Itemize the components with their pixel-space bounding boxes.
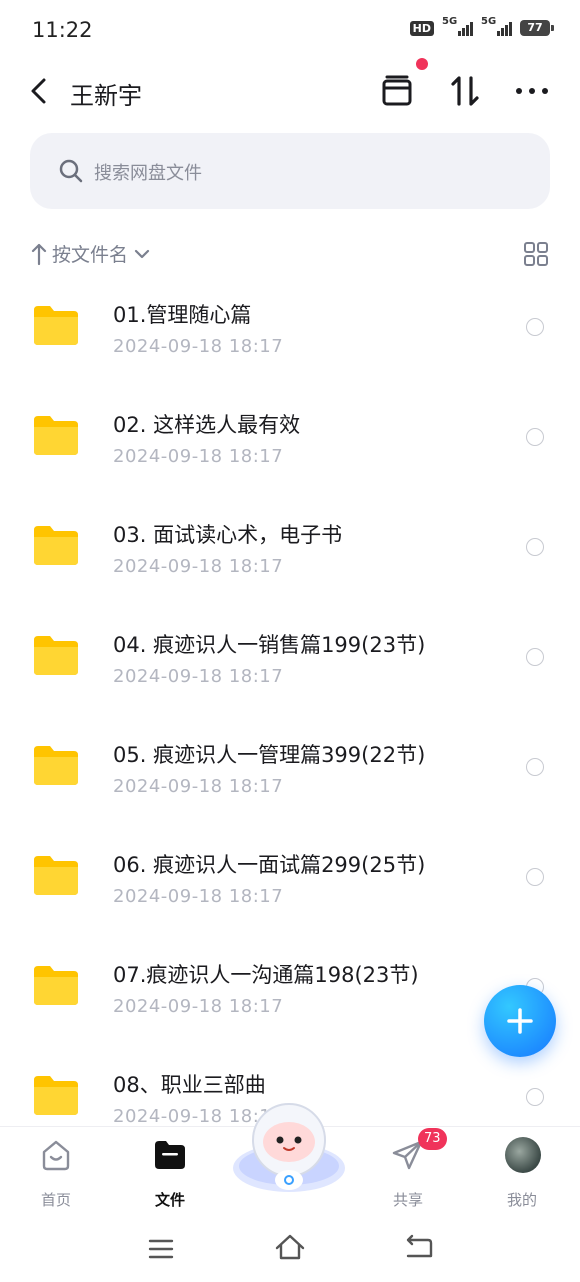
select-radio[interactable] xyxy=(526,538,544,556)
sort-bar: 按文件名 xyxy=(0,235,580,273)
select-radio[interactable] xyxy=(526,758,544,776)
folder-icon xyxy=(34,1076,78,1115)
file-date: 2024-09-18 18:17 xyxy=(113,776,284,797)
avatar xyxy=(505,1137,541,1173)
arrow-up-icon xyxy=(31,243,47,265)
folder-icon xyxy=(34,746,78,785)
tab-files[interactable]: 文件 xyxy=(130,1135,210,1215)
folder-icon xyxy=(34,966,78,1005)
signal-icon: 5G xyxy=(442,16,473,36)
file-name: 06. 痕迹识人一面试篇299(25节) xyxy=(113,853,426,877)
file-date: 2024-09-18 18:17 xyxy=(113,886,284,907)
file-name: 01.管理随心篇 xyxy=(113,303,252,327)
select-radio[interactable] xyxy=(526,318,544,336)
select-radio[interactable] xyxy=(526,1088,544,1106)
select-radio[interactable] xyxy=(526,648,544,666)
tab-home-label: 首页 xyxy=(40,1191,71,1209)
status-indicators: HD 5G 5G 77 xyxy=(409,16,554,36)
file-row[interactable]: 01.管理随心篇 2024-09-18 18:17 xyxy=(0,282,580,392)
file-row[interactable]: 03. 面试读心术，电子书 2024-09-18 18:17 xyxy=(0,502,580,612)
file-name: 04. 痕迹识人一销售篇199(23节) xyxy=(113,633,426,657)
folder-tab-icon xyxy=(155,1141,185,1169)
file-date: 2024-09-18 18:17 xyxy=(113,446,284,467)
file-row[interactable]: 02. 这样选人最有效 2024-09-18 18:17 xyxy=(0,392,580,502)
grid-view-icon[interactable] xyxy=(523,241,549,267)
folder-icon xyxy=(34,526,78,565)
network-label: 5G xyxy=(481,16,497,27)
file-row[interactable]: 05. 痕迹识人一管理篇399(22节) 2024-09-18 18:17 xyxy=(0,722,580,832)
back-nav-icon[interactable] xyxy=(404,1234,434,1262)
home-nav-icon[interactable] xyxy=(274,1232,306,1262)
more-options-icon[interactable] xyxy=(512,72,552,110)
system-navigation-bar xyxy=(0,1218,580,1282)
file-row[interactable]: 04. 痕迹识人一销售篇199(23节) 2024-09-18 18:17 xyxy=(0,612,580,722)
select-radio[interactable] xyxy=(526,428,544,446)
status-time: 11:22 xyxy=(32,18,93,42)
notification-dot xyxy=(416,58,428,70)
hd-icon: HD xyxy=(409,20,434,36)
file-date: 2024-09-18 18:17 xyxy=(113,666,284,687)
network-label: 5G xyxy=(442,16,458,27)
chevron-down-icon xyxy=(134,249,150,258)
transfer-box-icon[interactable] xyxy=(378,72,416,110)
file-row[interactable]: 06. 痕迹识人一面试篇299(25节) 2024-09-18 18:17 xyxy=(0,832,580,942)
file-name: 02. 这样选人最有效 xyxy=(113,413,301,437)
search-input[interactable]: 搜索网盘文件 xyxy=(30,133,550,209)
home-icon xyxy=(42,1140,70,1171)
folder-icon xyxy=(34,636,78,675)
signal-icon: 5G xyxy=(481,16,512,36)
status-bar: 11:22 HD 5G 5G 77 xyxy=(0,0,580,60)
battery-icon: 77 xyxy=(520,20,554,36)
sort-selector[interactable]: 按文件名 xyxy=(30,240,152,267)
file-date: 2024-09-18 18:17 xyxy=(113,336,284,357)
share-badge: 73 xyxy=(418,1128,447,1150)
tab-files-label: 文件 xyxy=(154,1191,185,1209)
app-header: 王新宇 xyxy=(0,60,580,122)
folder-icon xyxy=(34,416,78,455)
folder-icon xyxy=(34,306,78,345)
tab-share-label: 共享 xyxy=(392,1191,423,1209)
plus-icon xyxy=(507,1008,533,1034)
page-title: 王新宇 xyxy=(70,82,142,110)
file-name: 03. 面试读心术，电子书 xyxy=(113,523,343,547)
folder-icon xyxy=(34,856,78,895)
tab-home[interactable]: 首页 xyxy=(16,1135,96,1215)
search-icon xyxy=(59,159,83,183)
file-name: 05. 痕迹识人一管理篇399(22节) xyxy=(113,743,426,767)
file-name: 08、职业三部曲 xyxy=(113,1073,266,1097)
add-button[interactable] xyxy=(484,985,556,1057)
file-name: 07.痕迹识人一沟通篇198(23节) xyxy=(113,963,419,987)
mascot-assistant-icon[interactable] xyxy=(230,1096,348,1196)
select-radio[interactable] xyxy=(526,868,544,886)
menu-icon[interactable] xyxy=(148,1236,174,1262)
tab-mine[interactable]: 我的 xyxy=(482,1135,562,1215)
sort-label: 按文件名 xyxy=(52,244,129,266)
sort-transfer-icon[interactable] xyxy=(446,72,484,110)
tab-mine-label: 我的 xyxy=(506,1191,537,1209)
file-date: 2024-09-18 18:17 xyxy=(113,556,284,577)
search-placeholder: 搜索网盘文件 xyxy=(94,163,202,184)
back-arrow-icon[interactable] xyxy=(24,74,54,108)
file-date: 2024-09-18 18:17 xyxy=(113,996,284,1017)
